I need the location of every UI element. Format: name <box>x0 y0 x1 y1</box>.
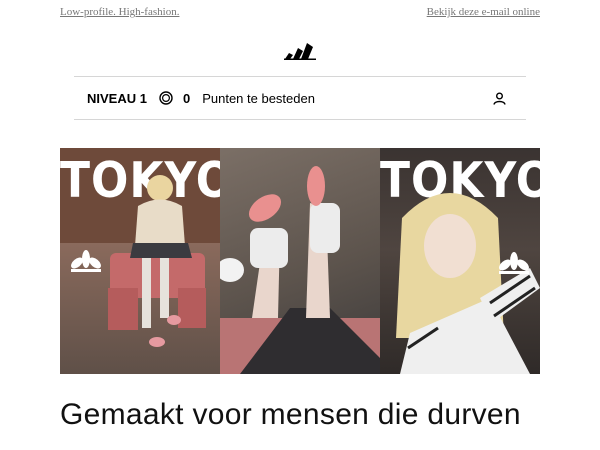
user-icon[interactable] <box>493 92 506 105</box>
points-value: 0 <box>182 90 191 106</box>
banner-panel-middle <box>220 148 380 374</box>
preheader-bar: Low-profile. High-fashion. Bekijk deze e… <box>60 6 540 20</box>
headline: Gemaakt voor mensen die durven <box>60 398 521 431</box>
banner-panel-left: TOKYO <box>60 148 220 374</box>
preheader-link[interactable]: Low-profile. High-fashion. <box>60 6 179 20</box>
model-photo-middle <box>220 166 380 374</box>
points-label: Punten te besteden <box>202 90 315 106</box>
loyalty-bar: NIVEAU 1 0 Punten te besteden <box>74 76 526 120</box>
adidas-logo[interactable] <box>284 40 316 60</box>
trefoil-icon <box>71 250 101 272</box>
level-label: NIVEAU 1 <box>87 90 147 106</box>
view-online-link[interactable]: Bekijk deze e-mail online <box>427 6 540 20</box>
trefoil-icon <box>499 252 529 274</box>
hero-banner[interactable]: TOKYO TOKYO <box>60 148 540 374</box>
coin-icon <box>159 91 173 105</box>
banner-panel-right: TOKYO <box>380 148 540 374</box>
